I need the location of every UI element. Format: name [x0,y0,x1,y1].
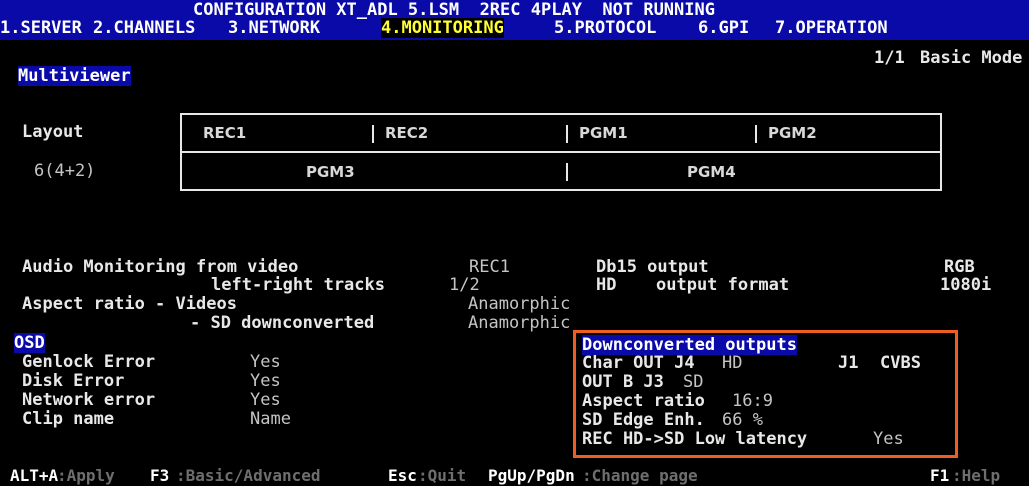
layout-grid[interactable]: REC1 REC2 PGM1 PGM2 PGM3 PGM4 [180,113,942,191]
audio-monitoring-label: Audio Monitoring from video [22,257,299,277]
audio-tracks-value[interactable]: 1/2 [449,275,480,295]
hd-output-format-label: output format [656,275,790,295]
db15-output-value[interactable]: RGB [944,257,975,277]
layout-cell-pgm2[interactable]: PGM2 [768,124,817,142]
layout-separator [566,163,568,181]
osd-network-value[interactable]: Yes [250,390,281,410]
basic-advanced-key[interactable]: F3 [150,466,169,486]
tab-server[interactable]: 1.SERVER [0,18,82,38]
multiviewer-section-title: Multiviewer [18,66,131,86]
layout-cell-pgm3[interactable]: PGM3 [306,163,355,181]
change-page-hint: :Change page [582,466,698,485]
osd-disk-label: Disk Error [22,371,125,391]
osd-clipname-value[interactable]: Name [250,409,291,429]
layout-separator [372,125,374,143]
help-key[interactable]: F1 [930,466,949,486]
tab-monitoring[interactable]: 4.MONITORING [381,18,504,38]
down-aspect-label: Aspect ratio [582,391,705,411]
hd-prefix: HD [596,275,617,295]
tab-channels[interactable]: 2.CHANNELS [93,18,195,38]
j1-label: J1 [838,353,859,373]
osd-clipname-label: Clip name [22,409,115,429]
aspect-sd-label: - SD downconverted [190,313,375,333]
layout-value[interactable]: 6(4+2) [34,161,95,181]
page-indicator: 1/1 [874,48,905,68]
tab-protocol[interactable]: 5.PROTOCOL [554,18,656,38]
edge-enh-label: SD Edge Enh. [582,410,705,430]
layout-grid-divider [182,151,940,153]
help-hint: :Help [952,466,1001,485]
aspect-ratio-value[interactable]: Anamorphic [468,294,570,314]
osd-network-label: Network error [22,390,156,410]
layout-cell-pgm4[interactable]: PGM4 [687,163,736,181]
apply-key[interactable]: ALT+A [10,466,58,486]
layout-separator [566,125,568,143]
tab-network[interactable]: 3.NETWORK [228,18,320,38]
layout-cell-rec2[interactable]: REC2 [385,124,428,142]
low-latency-value[interactable]: Yes [873,429,904,449]
audio-monitoring-value[interactable]: REC1 [469,257,510,277]
osd-genlock-label: Genlock Error [22,352,156,372]
out-b-label: OUT B J3 [582,372,664,392]
tab-gpi[interactable]: 6.GPI [698,18,749,38]
osd-disk-value[interactable]: Yes [250,371,281,391]
aspect-sd-value[interactable]: Anamorphic [468,313,570,333]
down-aspect-value[interactable]: 16:9 [732,391,773,411]
layout-cell-pgm1[interactable]: PGM1 [579,124,628,142]
tab-operation[interactable]: 7.OPERATION [775,18,888,38]
quit-hint: :Quit [418,466,467,485]
aspect-ratio-label: Aspect ratio - Videos [22,294,237,314]
mode-indicator[interactable]: Basic Mode [920,48,1022,68]
downconverted-section-title: Downconverted outputs [582,335,797,355]
j1-value[interactable]: CVBS [880,353,921,373]
out-b-value[interactable]: SD [683,372,703,392]
apply-hint: :Apply [57,466,115,485]
osd-genlock-value[interactable]: Yes [250,352,281,372]
layout-separator [755,125,757,143]
osd-section-title: OSD [14,333,45,353]
char-out-value[interactable]: HD [722,353,742,373]
change-page-key[interactable]: PgUp/PgDn [488,466,575,486]
layout-label: Layout [22,122,84,142]
low-latency-label: REC HD->SD Low latency [582,429,808,449]
quit-key[interactable]: Esc [388,466,417,486]
window-title: CONFIGURATION XT_ADL 5.LSM 2REC 4PLAY NO… [193,0,715,20]
basic-advanced-hint: :Basic/Advanced [176,466,321,485]
edge-enh-value[interactable]: 66 % [722,410,763,430]
db15-output-label: Db15 output [596,257,709,277]
char-out-label: Char OUT J4 [582,353,695,373]
hd-output-format-value[interactable]: 1080i [940,275,991,295]
layout-cell-rec1[interactable]: REC1 [203,124,246,142]
audio-tracks-label: left-right tracks [211,275,385,295]
